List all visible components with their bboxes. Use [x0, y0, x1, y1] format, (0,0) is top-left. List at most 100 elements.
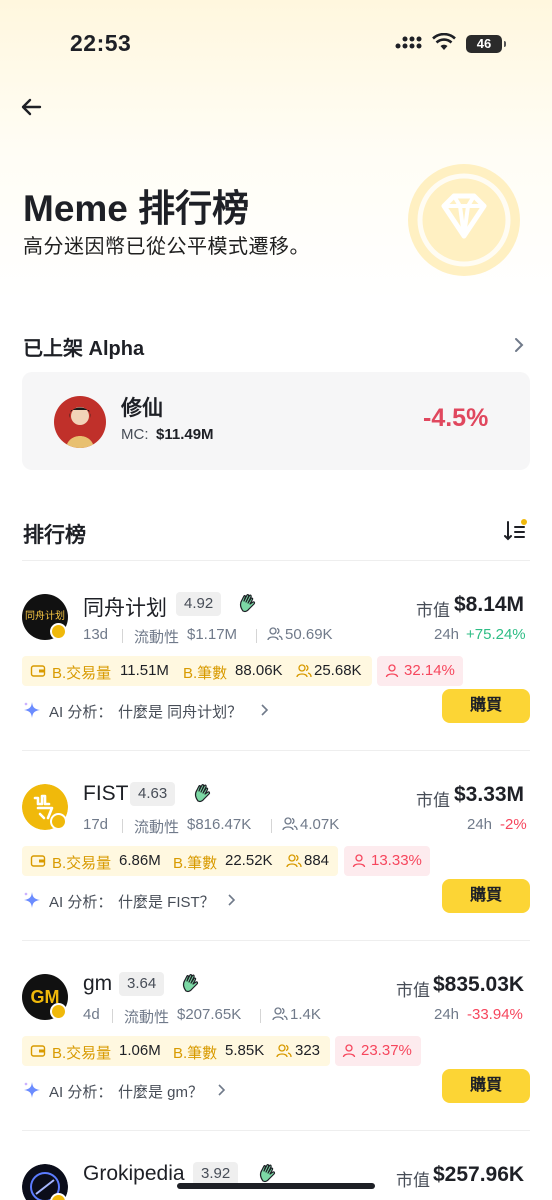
token-row[interactable]: GM gm 3.64 4d 流動性 $207.65K 1.4K 市值 $835.…	[0, 950, 552, 1140]
page-subtitle: 高分迷因幣已從公平模式遷移。	[23, 236, 310, 258]
status-time: 22:53	[70, 30, 132, 56]
chain-badge-icon	[50, 1003, 67, 1020]
chevron-right-icon[interactable]	[216, 1083, 226, 1097]
chevron-right-icon[interactable]	[512, 336, 526, 354]
volume-value: 6.86M	[119, 852, 161, 869]
ai-analysis-question[interactable]: 什麼是 gm？	[118, 1081, 203, 1102]
change-24h-label: 24h	[434, 626, 460, 643]
separator	[122, 819, 123, 833]
status-bar: 22:53 46	[0, 0, 552, 90]
holders-value: 50.69K	[285, 626, 333, 643]
mc-value: $257.96K	[433, 1163, 525, 1186]
token-row[interactable]: FIST 4.63 17d 流動性 $816.47K 4.07K 市值 $3.3…	[0, 760, 552, 950]
traders-value: 25.68K	[314, 662, 362, 679]
traders-icon	[286, 854, 302, 868]
divider	[22, 750, 530, 751]
wallet-icon	[30, 665, 46, 677]
token-name: Grokipedia	[83, 1162, 185, 1185]
txn-value: 88.06K	[235, 662, 283, 679]
ai-analysis-prefix[interactable]: AI 分析：	[49, 1081, 112, 1102]
liquidity-value: $1.17M	[187, 626, 238, 643]
person-icon	[342, 1044, 356, 1058]
cellular-signal-icon	[395, 36, 422, 49]
change-24h-value: +75.24%	[466, 626, 526, 643]
volume-label: B.交易量	[52, 855, 112, 872]
ai-analysis-prefix[interactable]: AI 分析：	[49, 891, 112, 912]
liquidity-label: 流動性	[124, 1009, 170, 1026]
volume-value: 1.06M	[119, 1042, 161, 1059]
change-24h-label: 24h	[434, 1006, 460, 1023]
token-name: FIST	[83, 782, 129, 805]
holders-value: 1.4K	[290, 1006, 321, 1023]
listed-alpha-title: 已上架 Alpha	[23, 338, 145, 360]
percent-value: 32.14%	[404, 662, 455, 679]
page-title: Meme 排行榜	[23, 188, 250, 229]
buy-button[interactable]: 購買	[442, 1069, 530, 1103]
home-indicator[interactable]	[177, 1183, 375, 1189]
txn-value: 5.85K	[225, 1042, 265, 1059]
token-age: 17d	[83, 816, 109, 833]
traders-value: 884	[304, 852, 330, 869]
volume-label: B.交易量	[52, 1045, 112, 1062]
score-badge: 3.64	[119, 972, 165, 996]
wallet-icon	[30, 855, 46, 867]
score-badge: 4.92	[176, 592, 222, 616]
ai-analysis-question[interactable]: 什麼是 同舟计划？	[118, 701, 242, 722]
chain-badge-icon	[50, 623, 67, 640]
sort-icon[interactable]	[503, 518, 529, 544]
wifi-icon	[432, 33, 456, 50]
volume-label: B.交易量	[52, 665, 112, 682]
holders-icon	[272, 1007, 288, 1021]
buy-button[interactable]: 購買	[442, 879, 530, 913]
sparkle-icon	[24, 892, 40, 908]
listed-change: -4.5%	[423, 404, 489, 432]
ranking-title: 排行榜	[23, 524, 86, 547]
change-24h-value: -33.94%	[467, 1006, 523, 1023]
txn-label: B.筆數	[173, 1045, 218, 1062]
person-icon	[352, 854, 366, 868]
listed-mc-value: $11.49M	[156, 426, 214, 443]
traders-icon	[296, 664, 312, 678]
mc-value: $3.33M	[454, 783, 525, 806]
volume-value: 11.51M	[120, 662, 169, 679]
liquidity-value: $816.47K	[187, 816, 252, 833]
traders-value: 323	[295, 1042, 321, 1059]
percent-value: 13.33%	[371, 852, 422, 869]
listed-token-name: 修仙	[121, 397, 163, 420]
score-badge: 4.63	[130, 782, 176, 806]
token-row[interactable]: Grokipedia 3.92 市值 $257.96K	[0, 1140, 552, 1200]
chevron-right-icon[interactable]	[226, 893, 236, 907]
wallet-icon	[30, 1045, 46, 1057]
separator	[260, 1009, 261, 1023]
separator	[256, 629, 257, 643]
person-icon	[385, 664, 399, 678]
token-age: 13d	[83, 626, 109, 643]
mc-label: 市值	[396, 1171, 430, 1190]
mc-label: 市值	[416, 791, 450, 810]
ai-analysis-prefix[interactable]: AI 分析：	[49, 701, 112, 722]
separator	[112, 1009, 113, 1023]
listed-mc-label: MC:	[121, 426, 149, 443]
txn-value: 22.52K	[225, 852, 273, 869]
ai-analysis-question[interactable]: 什麼是 FIST？	[118, 891, 215, 912]
mc-value: $835.03K	[433, 973, 525, 996]
change-24h-value: -2%	[500, 816, 527, 833]
separator	[271, 819, 272, 833]
divider	[22, 560, 530, 561]
divider	[22, 1130, 530, 1131]
txn-label: B.筆數	[173, 855, 218, 872]
buy-button[interactable]: 購買	[442, 689, 530, 723]
mc-value: $8.14M	[454, 593, 525, 616]
back-arrow-icon[interactable]	[18, 94, 44, 120]
holders-value: 4.07K	[300, 816, 340, 833]
wave-hand-icon	[260, 1164, 276, 1183]
token-name: gm	[83, 972, 113, 995]
token-name: 同舟计划	[83, 597, 167, 620]
chevron-right-icon[interactable]	[259, 703, 269, 717]
change-24h-label: 24h	[467, 816, 493, 833]
separator	[122, 629, 123, 643]
holders-icon	[282, 817, 298, 831]
token-row[interactable]: 同舟计划 同舟计划 4.92 13d 流動性 $1.17M 50.69K 市值 …	[0, 570, 552, 760]
mc-label: 市值	[416, 601, 450, 620]
battery-icon: 46	[466, 35, 506, 53]
